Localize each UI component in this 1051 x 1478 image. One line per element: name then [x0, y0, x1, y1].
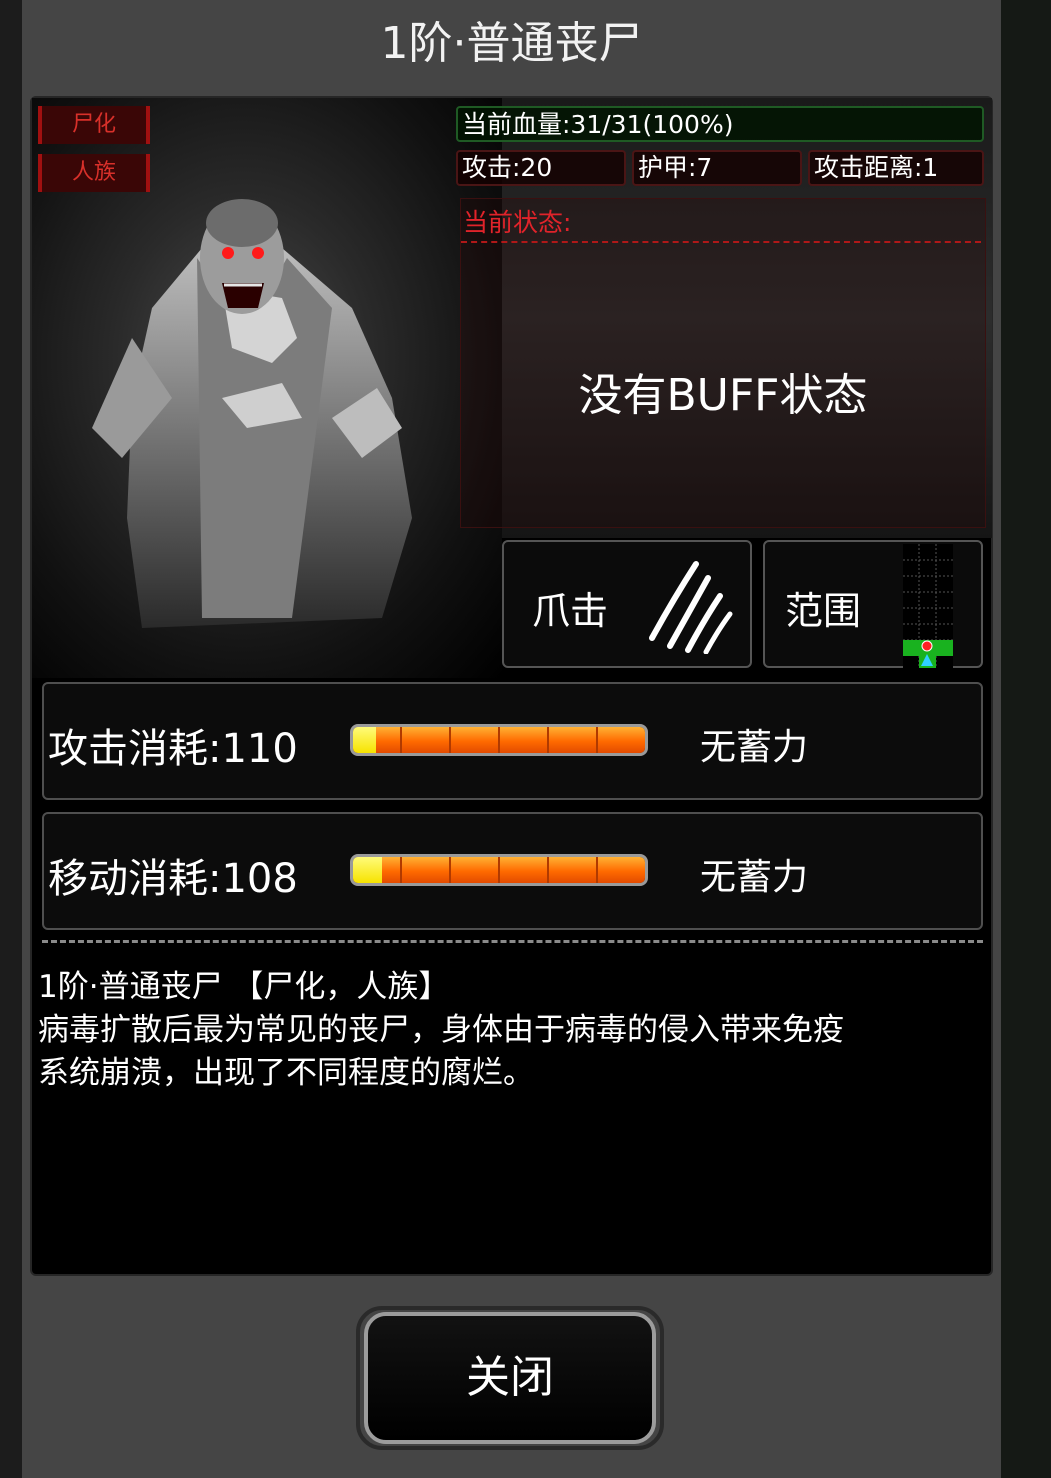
attack-cost-fill: [353, 727, 377, 753]
info-panel: 尸化 人族 当前血量:31/31(100%) 攻击:20 护甲:7 攻击距离:1…: [30, 96, 993, 1276]
hp-stat: 当前血量:31/31(100%): [456, 106, 984, 142]
status-box: 当前状态: 没有BUFF状态: [460, 198, 986, 528]
claw-icon: [649, 561, 733, 654]
attack-stat: 攻击:20: [456, 150, 626, 186]
status-label: 当前状态:: [463, 208, 572, 237]
tag-zombified: 尸化: [38, 106, 150, 144]
section-divider: [42, 940, 983, 943]
tag-human-race: 人族: [38, 154, 150, 192]
skill-range-label: 范围: [785, 589, 862, 633]
attack-range-stat: 攻击距离:1: [808, 150, 984, 186]
move-cost-label: 移动消耗:108: [48, 856, 298, 902]
range-grid-icon: [903, 544, 953, 668]
skill-range-button[interactable]: 范围: [763, 540, 983, 668]
attack-cost-bar: [350, 724, 648, 756]
skill-claw-button[interactable]: 爪击: [502, 540, 752, 668]
attack-cost-row: 攻击消耗:110 无蓄力: [42, 682, 983, 800]
move-charge-status: 无蓄力: [700, 857, 809, 898]
background-right-edge: [1000, 0, 1051, 1478]
description-line-3: 系统崩溃，出现了不同程度的腐烂。: [38, 1055, 534, 1091]
status-empty-text: 没有BUFF状态: [578, 370, 868, 421]
move-cost-fill: [353, 857, 383, 883]
dialog-title: 1阶·普通丧尸: [380, 18, 643, 69]
monster-description: 1阶·普通丧尸 【尸化，人族】 病毒扩散后最为常见的丧尸，身体由于病毒的侵入带来…: [38, 966, 983, 1095]
attack-cost-label: 攻击消耗:110: [48, 726, 298, 772]
armor-stat: 护甲:7: [632, 150, 802, 186]
close-button[interactable]: 关闭: [364, 1312, 656, 1444]
description-line-2: 病毒扩散后最为常见的丧尸，身体由于病毒的侵入带来免疫: [38, 1012, 844, 1048]
background-left-edge: [0, 0, 23, 1478]
description-line-1: 1阶·普通丧尸 【尸化，人族】: [38, 969, 450, 1005]
monster-info-dialog: 1阶·普通丧尸 尸化 人族 当前血量:31/31(100%) 攻击:20 护甲:…: [22, 0, 1001, 1478]
status-divider: [461, 241, 981, 243]
attack-charge-status: 无蓄力: [700, 727, 809, 768]
move-cost-bar: [350, 854, 648, 886]
skill-claw-label: 爪击: [532, 589, 609, 633]
move-cost-row: 移动消耗:108 无蓄力: [42, 812, 983, 930]
